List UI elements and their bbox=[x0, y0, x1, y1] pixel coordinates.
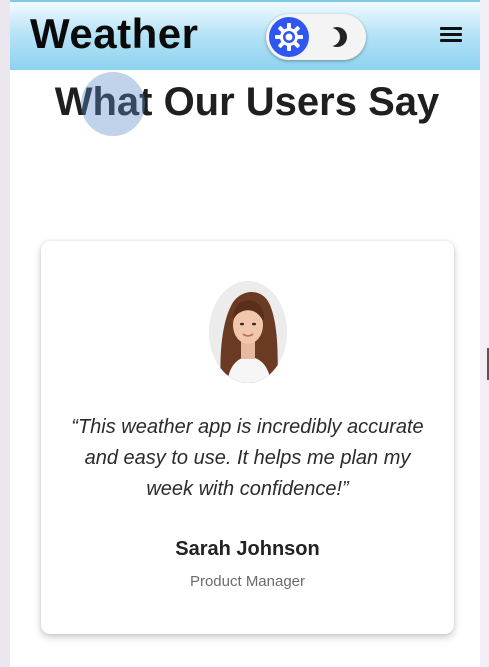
author-role: Product Manager bbox=[189, 573, 306, 590]
sun-icon[interactable] bbox=[269, 17, 309, 57]
brand-logo[interactable]: Weather bbox=[30, 10, 198, 58]
theme-toggle[interactable] bbox=[266, 14, 366, 60]
page-viewport: Weather What Our Users Say “This weather… bbox=[10, 0, 480, 667]
author-name: Sarah Johnson bbox=[175, 538, 320, 560]
testimonial-card: “This weather app is incredibly accurate… bbox=[41, 241, 454, 634]
woman-portrait-icon bbox=[209, 281, 287, 383]
click-indicator bbox=[81, 72, 145, 136]
browser-gutter bbox=[480, 0, 489, 667]
avatar bbox=[209, 281, 287, 383]
navbar: Weather bbox=[10, 0, 480, 70]
hamburger-icon[interactable] bbox=[436, 22, 466, 48]
moon-icon[interactable] bbox=[322, 24, 352, 50]
testimonial-quote: “This weather app is incredibly accurate… bbox=[71, 416, 424, 500]
